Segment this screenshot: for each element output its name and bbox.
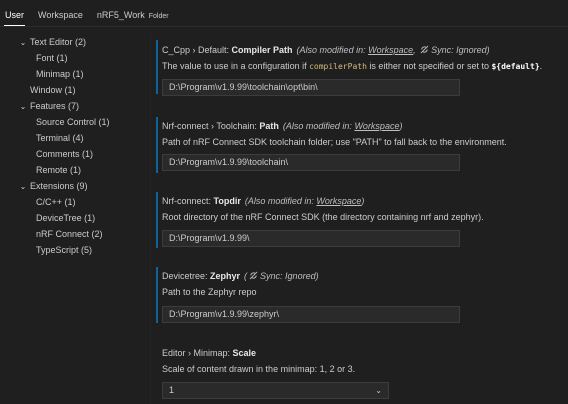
tree-item-minimap[interactable]: Minimap (1) — [0, 66, 150, 82]
setting-minimap-scale: Editor › Minimap: Scale Scale of content… — [156, 346, 556, 376]
tab-workspace[interactable]: Workspace — [33, 10, 88, 26]
tree-item-cpp[interactable]: C/C++ (1) — [0, 194, 150, 210]
settings-toc-tree: ⌄ Text Editor (2) Font (1) Minimap (1) Wi… — [0, 34, 150, 258]
setting-description: Path of nRF Connect SDK toolchain folder… — [162, 137, 507, 147]
tree-item-label: DeviceTree (1) — [36, 213, 96, 223]
tree-item-label: Text Editor (2) — [30, 37, 87, 47]
sync-ignored-icon — [249, 271, 258, 280]
tab-user[interactable]: User — [0, 10, 29, 26]
meta-open: (Also modified in: — [244, 196, 317, 206]
setting-prefix: Nrf-connect: — [162, 196, 214, 206]
setting-title: Editor › Minimap: Scale — [162, 346, 556, 360]
tree-item-label: Source Control (1) — [36, 117, 110, 127]
chevron-down-icon: ⌄ — [375, 386, 382, 395]
setting-title: Devicetree: Zephyr( Sync: Ignored) — [162, 269, 556, 283]
compiler-path-input[interactable]: D:\Program\v1.9.99\toolchain\opt\bin\ — [162, 79, 460, 96]
setting-prefix: C_Cpp › Default: — [162, 45, 232, 55]
toolchain-path-input[interactable]: D:\Program\v1.9.99\toolchain\ — [162, 154, 460, 171]
meta-close: ) — [399, 121, 403, 131]
setting-meta: (Also modified in: Workspace, Sync: Igno… — [297, 45, 490, 55]
meta-open: (Also modified in: — [282, 121, 355, 131]
tree-item-typescript[interactable]: TypeScript (5) — [0, 242, 150, 258]
settings-scope-tabs: User Workspace nRF5_Work Folder — [0, 0, 568, 26]
sync-ignored-icon — [420, 45, 429, 54]
tree-item-label: TypeScript (5) — [36, 245, 93, 255]
tree-item-label: Remote (1) — [36, 165, 82, 175]
tree-item-font[interactable]: Font (1) — [0, 50, 150, 66]
minimap-scale-select[interactable]: 1 ⌄ — [162, 382, 389, 399]
desc-text: The value to use in a configuration if — [162, 61, 310, 71]
tab-folder-sub: Folder — [148, 13, 169, 20]
tree-item-comments[interactable]: Comments (1) — [0, 146, 150, 162]
workspace-link[interactable]: Workspace — [316, 196, 361, 206]
workspace-link[interactable]: Workspace — [368, 45, 413, 55]
meta-open: (Also modified in: — [296, 45, 369, 55]
meta-sep: , — [413, 45, 419, 55]
tree-item-devicetree[interactable]: DeviceTree (1) — [0, 210, 150, 226]
setting-name: Path — [259, 121, 279, 131]
tree-item-label: Comments (1) — [36, 149, 94, 159]
chevron-down-icon: ⌄ — [19, 38, 27, 47]
meta-close: ) — [361, 196, 365, 206]
tab-folder-label: nRF5_Work — [96, 10, 145, 20]
setting-description: The value to use in a configuration if c… — [162, 59, 556, 73]
setting-title: Nrf-connect: Topdir (Also modified in: Wo… — [162, 194, 556, 208]
desc-text: . — [539, 61, 543, 71]
toc-divider — [150, 34, 151, 404]
tree-item-nrf-connect[interactable]: nRF Connect (2) — [0, 226, 150, 242]
tree-item-label: C/C++ (1) — [36, 197, 76, 207]
select-value: 1 — [169, 385, 175, 395]
setting-topdir: Nrf-connect: Topdir (Also modified in: Wo… — [156, 194, 556, 224]
tree-item-terminal[interactable]: Terminal (4) — [0, 130, 150, 146]
setting-meta: ( Sync: Ignored) — [244, 271, 319, 281]
setting-devicetree-zephyr: Devicetree: Zephyr( Sync: Ignored) Path t… — [156, 269, 556, 299]
tree-item-remote[interactable]: Remote (1) — [0, 162, 150, 178]
tree-item-features[interactable]: ⌄ Features (7) — [0, 98, 150, 114]
tabs-divider — [0, 26, 568, 27]
setting-meta: (Also modified in: Workspace) — [283, 121, 403, 131]
setting-title: C_Cpp › Default: Compiler Path (Also modi… — [162, 43, 556, 57]
tree-item-text-editor[interactable]: ⌄ Text Editor (2) — [0, 34, 150, 50]
desc-code: ${default} — [491, 62, 540, 71]
setting-name: Zephyr — [210, 271, 241, 281]
setting-prefix: Editor › Minimap: — [162, 348, 233, 358]
desc-text: is either not specified or set to — [366, 61, 492, 71]
setting-prefix: Devicetree: — [162, 271, 211, 281]
setting-description: Scale of content drawn in the minimap: 1… — [162, 364, 356, 374]
zephyr-path-input[interactable]: D:\Program\v1.9.99\zephyr\ — [162, 306, 460, 323]
setting-name: Compiler Path — [231, 45, 293, 55]
tab-workspace-label: Workspace — [38, 10, 83, 20]
chevron-down-icon: ⌄ — [19, 102, 27, 111]
setting-description: Root directory of the nRF Connect SDK (t… — [162, 212, 484, 222]
setting-name: Topdir — [213, 196, 241, 206]
chevron-down-icon: ⌄ — [19, 182, 27, 191]
meta-sync-text: Sync: Ignored) — [431, 45, 490, 55]
setting-cpp-compiler-path: C_Cpp › Default: Compiler Path (Also modi… — [156, 43, 556, 73]
topdir-input[interactable]: D:\Program\v1.9.99\ — [162, 230, 460, 247]
meta-open: ( — [244, 271, 248, 281]
setting-name: Scale — [232, 348, 257, 358]
tree-item-label: Window (1) — [30, 85, 76, 95]
tab-folder[interactable]: nRF5_Work Folder — [92, 10, 174, 26]
tree-item-label: Features (7) — [30, 101, 80, 111]
tree-item-label: Minimap (1) — [36, 69, 84, 79]
setting-meta: (Also modified in: Workspace) — [245, 196, 365, 206]
desc-code: compilerPath — [309, 62, 367, 71]
tab-user-label: User — [5, 10, 25, 20]
tree-item-label: Extensions (9) — [30, 181, 88, 191]
tree-item-window[interactable]: Window (1) — [0, 82, 150, 98]
tree-item-label: Terminal (4) — [36, 133, 84, 143]
tree-item-source-control[interactable]: Source Control (1) — [0, 114, 150, 130]
setting-title: Nrf-connect › Toolchain: Path (Also modif… — [162, 119, 556, 133]
tree-item-label: nRF Connect (2) — [36, 229, 103, 239]
meta-sync-text: Sync: Ignored) — [260, 271, 319, 281]
setting-description: Path to the Zephyr repo — [162, 287, 257, 297]
setting-toolchain-path: Nrf-connect › Toolchain: Path (Also modif… — [156, 119, 556, 149]
workspace-link[interactable]: Workspace — [354, 121, 399, 131]
tree-item-extensions[interactable]: ⌄ Extensions (9) — [0, 178, 150, 194]
setting-prefix: Nrf-connect › Toolchain: — [162, 121, 260, 131]
tree-item-label: Font (1) — [36, 53, 68, 63]
